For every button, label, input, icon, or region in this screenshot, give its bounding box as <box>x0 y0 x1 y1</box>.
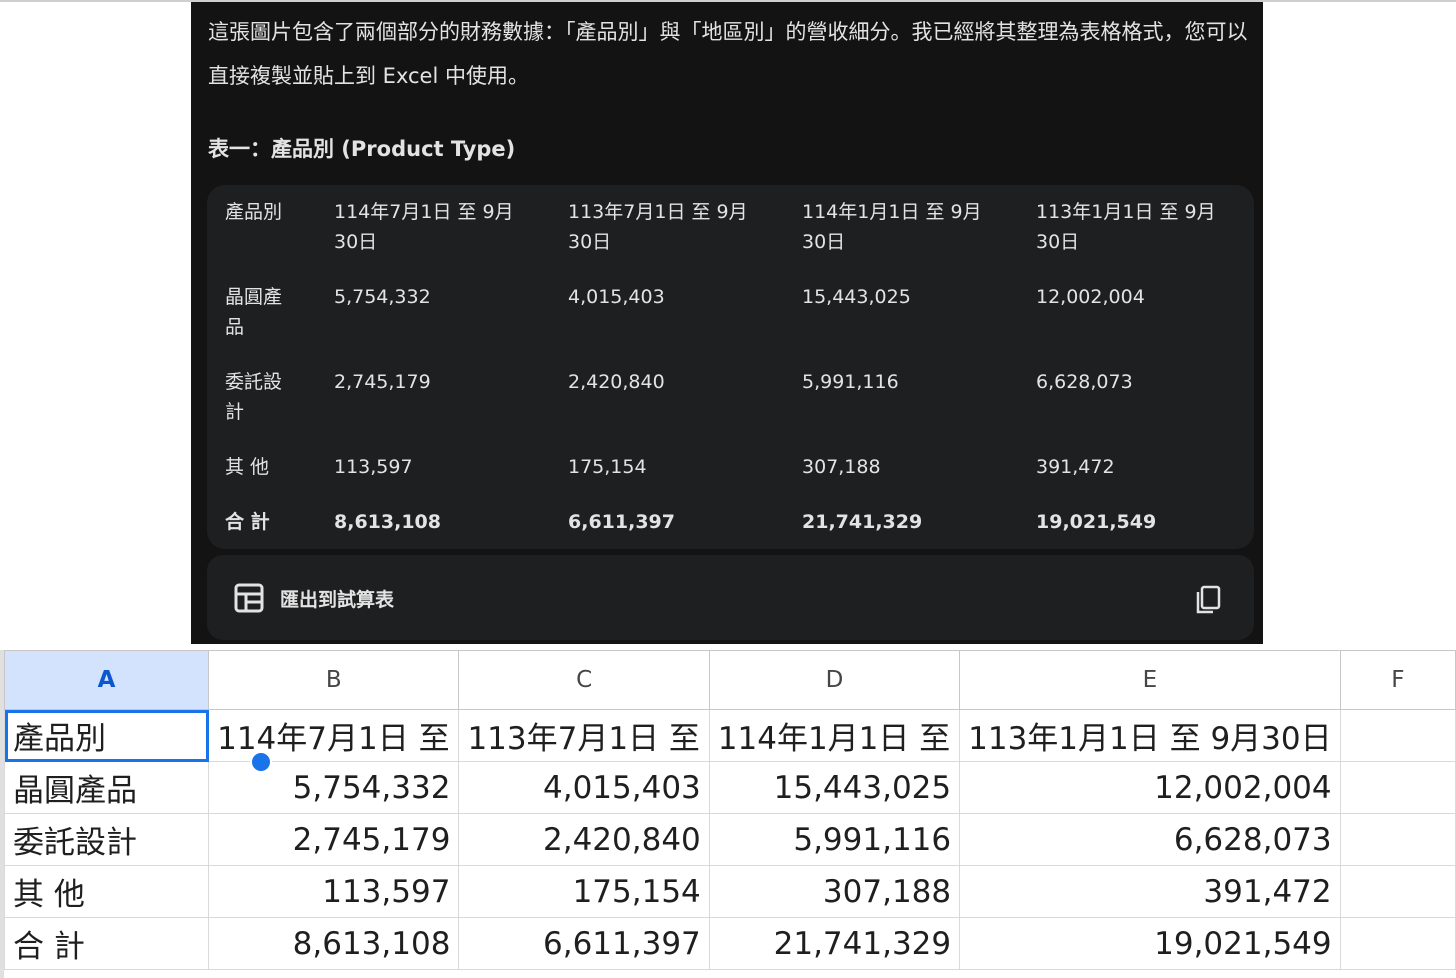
cell-b2[interactable]: 5,754,332 <box>208 761 460 814</box>
export-to-sheets-button[interactable]: 匯出到試算表 <box>234 583 394 613</box>
cell-f5[interactable] <box>1339 917 1456 970</box>
table-cell: 其 他 <box>225 456 270 478</box>
table-header-cell: 113年1月1日 至 9月30日 <box>1036 201 1216 253</box>
table-cell: 2,745,179 <box>334 371 431 393</box>
table-cell: 21,741,329 <box>802 511 923 533</box>
table-cell: 合 計 <box>225 511 270 533</box>
table-cell: 391,472 <box>1036 456 1115 478</box>
table-header-cell: 產品別 <box>225 201 283 223</box>
table-cell: 8,613,108 <box>334 511 441 533</box>
table-header-cell: 113年7月1日 至 9月30日 <box>568 201 748 253</box>
cell-c4[interactable]: 175,154 <box>458 865 710 918</box>
spreadsheet: A B C D E F 產品別 114年7月1日 至 113年7月1日 至 11… <box>3 650 1456 978</box>
table-cell: 15,443,025 <box>802 286 911 308</box>
table-row: 晶圓產品 5,754,332 4,015,403 15,443,025 12,0… <box>207 282 1236 367</box>
table-cell: 12,002,004 <box>1036 286 1145 308</box>
cell-b1[interactable]: 114年7月1日 至 <box>208 709 460 762</box>
fill-handle[interactable] <box>250 751 272 773</box>
cell-c5[interactable]: 6,611,397 <box>458 917 710 970</box>
chat-response-panel: 這張圖片包含了兩個部分的財務數據：「產品別」與「地區別」的營收細分。我已經將其整… <box>191 2 1263 644</box>
table-header-cell: 114年1月1日 至 9月30日 <box>802 201 982 253</box>
column-header-c[interactable]: C <box>458 650 710 710</box>
section-title: 表一：產品別 (Product Type) <box>208 137 516 161</box>
cell-d5[interactable]: 21,741,329 <box>708 917 961 970</box>
cell-c3[interactable]: 2,420,840 <box>458 813 710 866</box>
table-actions-bar: 匯出到試算表 <box>207 555 1254 640</box>
table-header-cell: 114年7月1日 至 9月30日 <box>334 201 514 253</box>
cell-f4[interactable] <box>1339 865 1456 918</box>
table-cell: 晶圓產品 <box>225 286 283 338</box>
table-cell: 175,154 <box>568 456 647 478</box>
cell-e4[interactable]: 391,472 <box>959 865 1341 918</box>
column-header-a[interactable]: A <box>3 650 210 710</box>
table-cell: 113,597 <box>334 456 413 478</box>
response-table-card: 產品別 114年7月1日 至 9月30日 113年7月1日 至 9月30日 11… <box>207 185 1254 549</box>
column-header-e[interactable]: E <box>959 650 1341 710</box>
column-header-row: A B C D E F <box>3 650 1456 710</box>
cell-b5[interactable]: 8,613,108 <box>208 917 460 970</box>
cell-a2[interactable]: 晶圓產品 <box>3 761 210 814</box>
table-total-row: 合 計 8,613,108 6,611,397 21,741,329 19,02… <box>207 507 1236 547</box>
table-cell: 4,015,403 <box>568 286 665 308</box>
cell-c2[interactable]: 4,015,403 <box>458 761 710 814</box>
cell-c1[interactable]: 113年7月1日 至 <box>458 709 710 762</box>
product-type-table: 產品別 114年7月1日 至 9月30日 113年7月1日 至 9月30日 11… <box>207 185 1236 547</box>
cell-d4[interactable]: 307,188 <box>708 865 961 918</box>
export-label: 匯出到試算表 <box>280 588 395 611</box>
table-cell: 6,628,073 <box>1036 371 1133 393</box>
cell-a3[interactable]: 委託設計 <box>3 813 210 866</box>
cell-e3[interactable]: 6,628,073 <box>959 813 1341 866</box>
cell-d2[interactable]: 15,443,025 <box>708 761 961 814</box>
column-header-d[interactable]: D <box>708 650 961 710</box>
sheet-row: 合 計 8,613,108 6,611,397 21,741,329 19,02… <box>3 917 1456 970</box>
table-cell: 19,021,549 <box>1036 511 1157 533</box>
sheet-row: 產品別 114年7月1日 至 113年7月1日 至 114年1月1日 至 113… <box>3 709 1456 762</box>
cell-e1[interactable]: 113年1月1日 至 9月30日 <box>959 709 1341 762</box>
cell-b4[interactable]: 113,597 <box>208 865 460 918</box>
table-cell: 6,611,397 <box>568 511 675 533</box>
sheet-row: 晶圓產品 5,754,332 4,015,403 15,443,025 12,0… <box>3 761 1456 814</box>
cell-f2[interactable] <box>1339 761 1456 814</box>
cell-a4[interactable]: 其 他 <box>3 865 210 918</box>
cell-a5[interactable]: 合 計 <box>3 917 210 970</box>
spreadsheet-grid: A B C D E F 產品別 114年7月1日 至 113年7月1日 至 11… <box>3 650 1456 970</box>
cell-e5[interactable]: 19,021,549 <box>959 917 1341 970</box>
table-icon <box>234 583 264 613</box>
table-header-row: 產品別 114年7月1日 至 9月30日 113年7月1日 至 9月30日 11… <box>207 185 1236 282</box>
cell-a1[interactable]: 產品別 <box>3 709 210 762</box>
cell-f1[interactable] <box>1339 709 1456 762</box>
table-cell: 2,420,840 <box>568 371 665 393</box>
cell-e2[interactable]: 12,002,004 <box>959 761 1341 814</box>
column-header-f[interactable]: F <box>1339 650 1456 710</box>
table-row: 其 他 113,597 175,154 307,188 391,472 <box>207 452 1236 507</box>
table-cell: 5,991,116 <box>802 371 899 393</box>
table-cell: 307,188 <box>802 456 881 478</box>
table-row: 委託設計 2,745,179 2,420,840 5,991,116 6,628… <box>207 367 1236 452</box>
cell-f3[interactable] <box>1339 813 1456 866</box>
cell-d3[interactable]: 5,991,116 <box>708 813 961 866</box>
cell-b3[interactable]: 2,745,179 <box>208 813 460 866</box>
cell-d1[interactable]: 114年1月1日 至 <box>708 709 961 762</box>
table-cell: 委託設計 <box>225 371 283 423</box>
sheet-row: 其 他 113,597 175,154 307,188 391,472 <box>3 865 1456 918</box>
table-cell: 5,754,332 <box>334 286 431 308</box>
response-intro-text: 這張圖片包含了兩個部分的財務數據：「產品別」與「地區別」的營收細分。我已經將其整… <box>208 20 1248 88</box>
column-header-b[interactable]: B <box>208 650 460 710</box>
sheet-row: 委託設計 2,745,179 2,420,840 5,991,116 6,628… <box>3 813 1456 866</box>
copy-icon[interactable] <box>1194 585 1222 615</box>
